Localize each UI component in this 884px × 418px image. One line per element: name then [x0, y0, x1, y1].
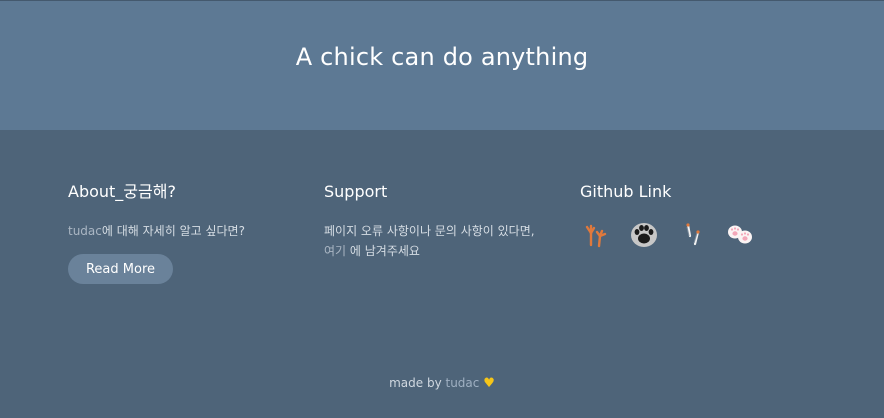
- hero-title: A chick can do anything: [295, 43, 589, 71]
- about-brand: tudac: [68, 224, 102, 238]
- chick-feet-icon[interactable]: [580, 218, 612, 250]
- about-title: About_궁금해?: [68, 182, 176, 201]
- footer-prefix: made by: [389, 376, 446, 390]
- about-section: About_궁금해? tudac에 대해 자세히 알고 싶다면? Read Mo…: [68, 181, 308, 284]
- about-text-rest: 에 대해 자세히 알고 싶다면?: [101, 224, 245, 238]
- support-here-link[interactable]: 여기: [324, 244, 346, 258]
- footer: made by tudac ♥: [0, 376, 884, 391]
- support-title: Support: [324, 182, 388, 201]
- support-text: 페이지 오류 사항이나 문의 사항이 있다면, 여기 에 남겨주세요: [324, 221, 535, 261]
- github-title: Github Link: [580, 182, 672, 201]
- read-more-button[interactable]: Read More: [68, 254, 173, 284]
- support-line1: 페이지 오류 사항이나 문의 사항이 있다면,: [324, 224, 535, 238]
- pink-paw-icon[interactable]: [724, 218, 756, 250]
- github-icons: [580, 218, 756, 250]
- paw-icon[interactable]: [628, 218, 660, 250]
- page: A chick can do anything About_궁금해? tudac…: [0, 0, 884, 418]
- support-section: Support 페이지 오류 사항이나 문의 사항이 있다면, 여기 에 남겨주세…: [324, 181, 564, 258]
- github-section: Github Link: [580, 181, 820, 248]
- feather-icon[interactable]: [676, 218, 708, 250]
- heart-icon: ♥: [483, 376, 495, 391]
- footer-brand-link[interactable]: tudac: [446, 376, 480, 390]
- hero-banner: A chick can do anything: [0, 0, 884, 130]
- support-line2-rest: 에 남겨주세요: [346, 244, 420, 258]
- about-text: tudac에 대해 자세히 알고 싶다면?: [68, 221, 245, 241]
